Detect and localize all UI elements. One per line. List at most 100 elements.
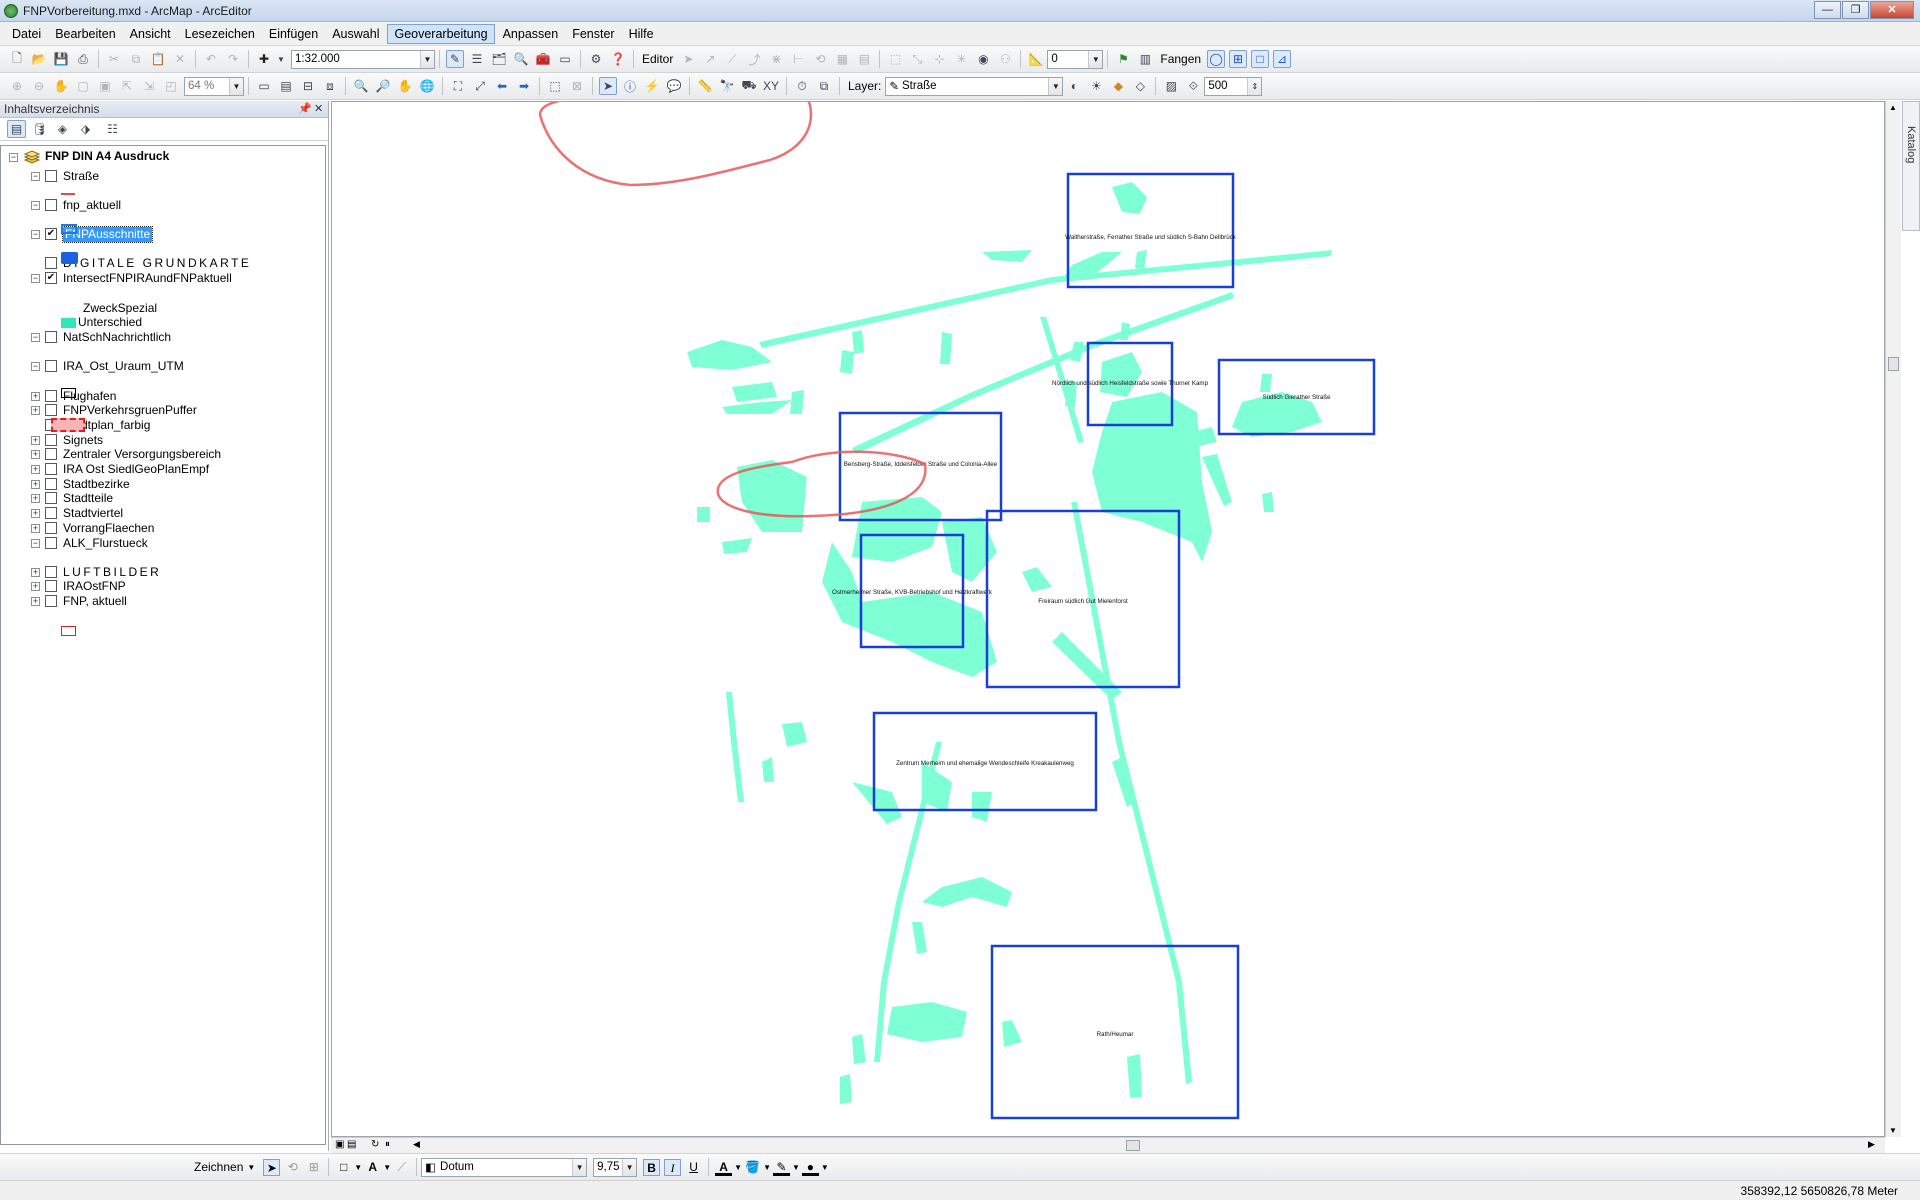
snapping-menu-label[interactable]: Fangen	[1160, 52, 1201, 66]
edge-snapping-icon[interactable]: ⊿	[1273, 50, 1292, 68]
menu-geoverarbeitung[interactable]: Geoverarbeitung	[387, 23, 495, 44]
layer-name[interactable]: fnp_aktuell	[63, 198, 121, 213]
rotate-draw-icon[interactable]: ⟲	[284, 1159, 301, 1176]
maximize-button[interactable]: ❐	[1842, 1, 1869, 19]
tolerance-input[interactable]: 500 ⇕	[1204, 76, 1263, 96]
layer-visibility-checkbox[interactable]	[45, 507, 57, 519]
swipe-icon[interactable]: ◆	[1109, 77, 1127, 95]
add-data-dropdown-icon[interactable]: ▼	[277, 50, 285, 68]
layer-visibility-checkbox[interactable]: ✔	[45, 228, 57, 240]
layer-visibility-checkbox[interactable]	[45, 434, 57, 446]
toggle-draft-mode-icon[interactable]: ▭	[255, 77, 273, 95]
create-viewer-window-icon[interactable]: ⧉	[815, 77, 833, 95]
edit-annotation-icon[interactable]: ↗	[701, 50, 719, 68]
layout-icon[interactable]: ▥	[1136, 50, 1154, 68]
layer-name[interactable]: IRAOstFNP	[63, 579, 126, 594]
data-driven-pages-icon[interactable]: ⧈	[321, 77, 339, 95]
rotate-icon[interactable]: ⟲	[811, 50, 829, 68]
layout-zoom-combo[interactable]: 64 % ▼	[184, 76, 244, 96]
layer-visibility-checkbox[interactable]	[45, 522, 57, 534]
change-layout-icon[interactable]: ⊟	[299, 77, 317, 95]
editor-toolbar-icon[interactable]: ✎	[446, 50, 464, 68]
zoom-in-icon[interactable]: 🔍	[352, 77, 370, 95]
layer-visibility-checkbox[interactable]	[45, 478, 57, 490]
collapse-icon[interactable]: −	[31, 333, 40, 342]
font-size-combo[interactable]: 9,75 ▼	[593, 1157, 638, 1177]
layout-view-icon[interactable]: ▤	[347, 1139, 356, 1150]
marker-color-icon[interactable]: ●	[801, 1159, 819, 1176]
expand-icon[interactable]: +	[31, 494, 40, 503]
layer-visibility-checkbox[interactable]	[45, 257, 57, 269]
zoom-to-selected-icon[interactable]: ⊞	[305, 1159, 322, 1176]
attributes-icon[interactable]: ▦	[833, 50, 851, 68]
find-route-icon[interactable]: ⛟	[740, 77, 758, 95]
menu-ansicht[interactable]: Ansicht	[124, 25, 177, 43]
flicker-icon[interactable]: ◇	[1131, 77, 1149, 95]
layer-visibility-checkbox[interactable]	[45, 331, 57, 343]
edit-vertices-icon[interactable]: ⟋	[393, 1159, 410, 1176]
menu-lesezeichen[interactable]: Lesezeichen	[179, 25, 261, 43]
vertical-scroll-thumb[interactable]	[1888, 357, 1899, 371]
expand-icon[interactable]: +	[31, 406, 40, 415]
scroll-left-icon[interactable]: ◀	[413, 1139, 420, 1150]
expand-icon[interactable]: +	[31, 450, 40, 459]
layer-name[interactable]: Stadtbezirke	[63, 477, 130, 492]
close-icon[interactable]: ✕	[314, 101, 323, 117]
options-icon[interactable]: ☷	[103, 120, 122, 138]
full-extent-icon[interactable]: 🌐	[418, 77, 436, 95]
zoom-whole-page-icon[interactable]: ▢	[74, 77, 92, 95]
straight-segment-icon[interactable]: ⟋	[723, 50, 741, 68]
map-display[interactable]: Waltherstraße, Ferrather Straße und südl…	[331, 101, 1885, 1137]
close-button[interactable]: ✕	[1870, 1, 1914, 19]
layer-combo[interactable]: ✎ Straße ▼	[885, 76, 1064, 96]
time-slider-icon[interactable]: ⏱	[793, 77, 811, 95]
catalog-tab[interactable]: Katalog	[1902, 101, 1920, 231]
fixed-zoom-out-icon[interactable]: ⇲	[140, 77, 158, 95]
end-snapping-icon[interactable]: ⊞	[1229, 50, 1248, 68]
save-icon[interactable]: 💾	[52, 50, 70, 68]
catalog-window-icon[interactable]: 🗂	[490, 50, 508, 68]
fixed-zoom-out-map-icon[interactable]: ⤢	[471, 77, 489, 95]
topology-icon[interactable]: ⬚	[886, 50, 904, 68]
layer-visibility-checkbox[interactable]	[45, 404, 57, 416]
bold-button[interactable]: B	[643, 1158, 661, 1176]
list-by-selection-icon[interactable]: ⬗	[76, 120, 95, 138]
fill-color-icon[interactable]: 🪣	[744, 1159, 761, 1176]
new-document-icon[interactable]: 🗋	[8, 50, 26, 68]
expand-icon[interactable]: +	[31, 509, 40, 518]
font-combo[interactable]: ◧ Dotum ▼	[421, 1157, 588, 1177]
editor-value-combo[interactable]: 0 ▼	[1047, 49, 1104, 69]
font-color-icon[interactable]: A	[715, 1159, 733, 1176]
focus-data-frame-icon[interactable]: ▤	[277, 77, 295, 95]
point-snapping-icon[interactable]: ◯	[1207, 50, 1226, 68]
layer-name[interactable]: IRA_Ost_Uraum_UTM	[63, 359, 184, 374]
layer-visibility-checkbox[interactable]	[45, 580, 57, 592]
zoom-out-icon[interactable]: 🔎	[374, 77, 392, 95]
split-icon[interactable]: ⊢	[789, 50, 807, 68]
reshape-icon[interactable]: ⤡	[908, 50, 926, 68]
hyperlink-icon[interactable]: ⚡	[643, 77, 661, 95]
layout-zoom-in-icon[interactable]: ⊕	[8, 77, 26, 95]
collapse-icon[interactable]: −	[31, 172, 40, 181]
collapse-icon[interactable]: −	[31, 539, 40, 548]
refresh-icon[interactable]: ↻	[371, 1139, 379, 1150]
menu-datei[interactable]: Datei	[6, 25, 47, 43]
pin-icon[interactable]: 📌	[298, 101, 312, 117]
expand-icon[interactable]: +	[31, 436, 40, 445]
map-scale-combo[interactable]: 1:32.000 ▼	[291, 49, 435, 69]
list-by-visibility-icon[interactable]: ◈	[53, 120, 72, 138]
whats-this-icon[interactable]: ❓	[609, 50, 627, 68]
clear-selection-icon[interactable]: ⊠	[568, 77, 586, 95]
layer-name[interactable]: VorrangFlaechen	[63, 521, 154, 536]
layout-zoom-out-icon[interactable]: ⊖	[30, 77, 48, 95]
data-view-icon[interactable]: ▣	[335, 1139, 344, 1150]
menu-auswahl[interactable]: Auswahl	[326, 25, 385, 43]
expand-icon[interactable]: +	[31, 524, 40, 533]
layer-name[interactable]: Stadtviertel	[63, 506, 123, 521]
back-extent-icon[interactable]: ⬅	[493, 77, 511, 95]
layer-visibility-checkbox[interactable]	[45, 537, 57, 549]
forward-extent-icon[interactable]: ➡	[515, 77, 533, 95]
arctoolbox-icon[interactable]: 🧰	[534, 50, 552, 68]
collapse-icon[interactable]: −	[31, 230, 40, 239]
layer-name[interactable]: Stadtteile	[63, 491, 113, 506]
